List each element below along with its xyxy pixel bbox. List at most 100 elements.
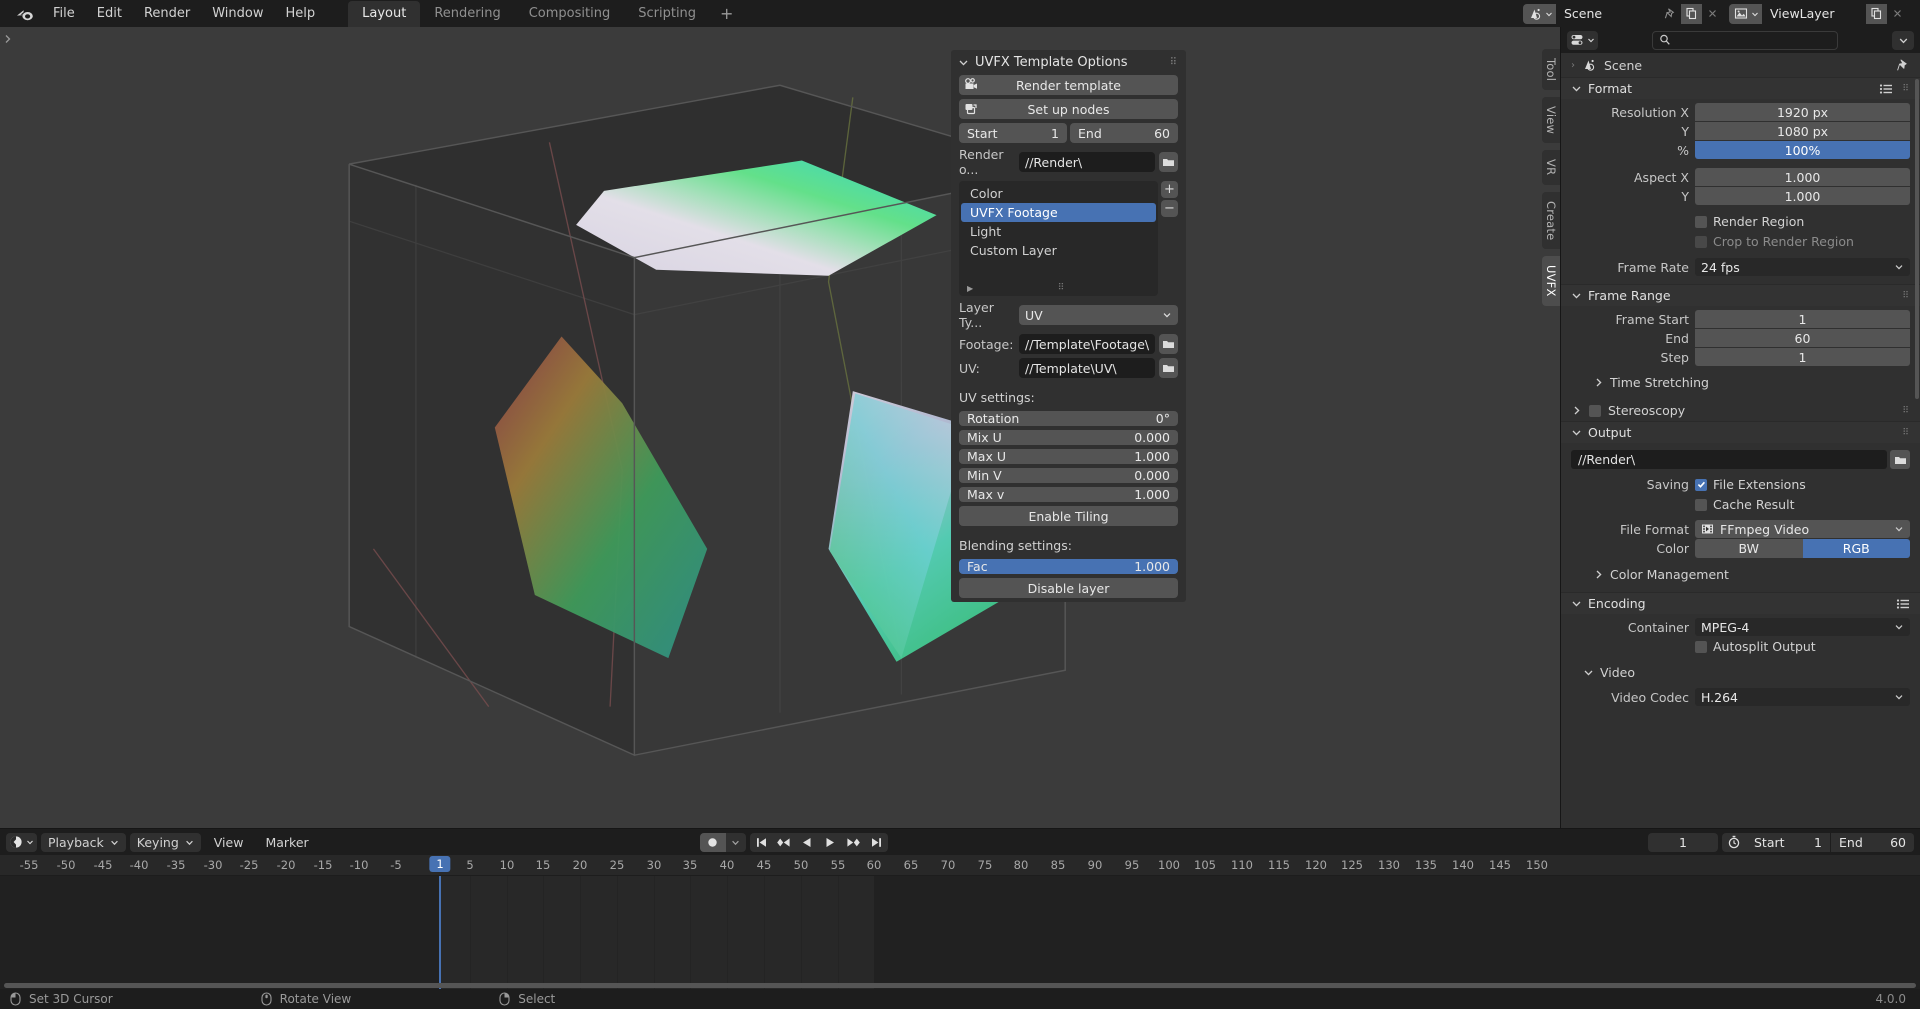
output-path-input[interactable]: //Render\: [1571, 450, 1887, 469]
panel-format-header[interactable]: Format ⠿: [1561, 77, 1920, 99]
stopwatch-icon[interactable]: [1722, 833, 1746, 852]
list-item[interactable]: UVFX Footage: [961, 203, 1156, 222]
new-datablock-icon[interactable]: [1866, 3, 1887, 24]
chevron-right-icon[interactable]: [1593, 377, 1604, 388]
frame-rate-dropdown[interactable]: 24 fps: [1695, 258, 1910, 276]
properties-scroll-area[interactable]: Format ⠿ Resolution X 1920 px Y 1080 px …: [1561, 77, 1920, 828]
triangle-right-icon[interactable]: ▶: [967, 284, 973, 293]
list-item[interactable]: Color: [961, 184, 1156, 203]
list-item[interactable]: Light: [961, 222, 1156, 241]
uv-setting-rotation[interactable]: Rotation 0°: [959, 411, 1178, 426]
preset-list-icon[interactable]: [1896, 598, 1910, 610]
sidebar-tab-create[interactable]: Create: [1542, 191, 1560, 249]
next-keyframe-icon[interactable]: [842, 833, 865, 852]
prev-keyframe-icon[interactable]: [773, 833, 796, 852]
menu-edit[interactable]: Edit: [86, 3, 133, 24]
menu-view[interactable]: View: [205, 835, 253, 850]
menu-playback[interactable]: Playback: [41, 832, 126, 852]
workspace-tab-scripting[interactable]: Scripting: [624, 1, 710, 27]
sidebar-tab-view[interactable]: View: [1542, 97, 1560, 144]
unlink-icon[interactable]: [1702, 3, 1723, 24]
blender-logo-icon[interactable]: [12, 3, 38, 25]
render-region-checkbox[interactable]: [1695, 215, 1707, 228]
pin-icon[interactable]: [1660, 3, 1681, 24]
menu-keying[interactable]: Keying: [129, 832, 201, 852]
chevron-down-icon[interactable]: [1571, 598, 1582, 609]
sidebar-tab-tool[interactable]: Tool: [1542, 49, 1560, 91]
uvfx-render-output-input[interactable]: //Render\: [1019, 152, 1155, 172]
editor-type-icon[interactable]: [1567, 30, 1598, 50]
crop-render-region-checkbox[interactable]: [1695, 235, 1707, 248]
folder-icon[interactable]: [1159, 358, 1178, 378]
fac-slider[interactable]: Fac 1.000: [959, 559, 1178, 574]
workspace-tab-compositing[interactable]: Compositing: [515, 1, 625, 27]
drag-grip-icon[interactable]: ⠿: [1170, 57, 1178, 68]
unlink-icon[interactable]: [1887, 3, 1908, 24]
workspace-tab-rendering[interactable]: Rendering: [420, 1, 514, 27]
workspace-tab-layout[interactable]: Layout: [348, 0, 421, 27]
jump-to-end-icon[interactable]: [865, 833, 888, 852]
viewlayer-datablock[interactable]: ViewLayer: [1729, 3, 1908, 24]
timeline-ruler[interactable]: -55 -50 -45 -40 -35 -30 -25 -20 -15 -10 -5 5 10 15 20 2…: [0, 855, 1920, 876]
uv-setting-mix-u[interactable]: Mix U 0.000: [959, 430, 1178, 445]
drag-grip-icon[interactable]: ⠿: [1902, 428, 1910, 438]
folder-icon[interactable]: [1159, 152, 1178, 172]
frame-end-cell[interactable]: End 60: [1830, 832, 1914, 852]
properties-scrollbar[interactable]: [1915, 79, 1919, 399]
playhead[interactable]: [439, 876, 441, 989]
menu-file[interactable]: File: [42, 3, 86, 24]
cache-result-checkbox[interactable]: [1695, 498, 1707, 511]
scene-name[interactable]: Scene: [1556, 3, 1660, 24]
properties-options-chevron-down-icon[interactable]: [1892, 30, 1914, 50]
file-format-dropdown[interactable]: FFmpeg Video: [1695, 520, 1910, 538]
aspect-y-field[interactable]: 1.000: [1695, 187, 1910, 205]
uvfx-layer-type-dropdown[interactable]: UV: [1019, 305, 1178, 325]
uvfx-panel-header[interactable]: UVFX Template Options ⠿: [951, 50, 1186, 75]
play-reverse-icon[interactable]: [796, 833, 819, 852]
chevron-down-icon[interactable]: [1571, 290, 1582, 301]
pin-icon[interactable]: [1896, 58, 1910, 72]
video-codec-dropdown[interactable]: H.264: [1695, 688, 1910, 706]
frame-start-field[interactable]: 1: [1695, 310, 1910, 328]
new-datablock-icon[interactable]: [1681, 3, 1702, 24]
drag-grip-icon[interactable]: ⠿: [1902, 84, 1910, 94]
menu-help[interactable]: Help: [275, 3, 327, 24]
frame-start-cell[interactable]: Start 1: [1746, 832, 1830, 852]
setup-nodes-button[interactable]: Set up nodes: [959, 99, 1178, 119]
render-template-button[interactable]: Render template: [959, 75, 1178, 95]
resolution-y-field[interactable]: 1080 px: [1695, 122, 1910, 140]
add-workspace-button[interactable]: +: [710, 2, 743, 25]
disable-layer-button[interactable]: Disable layer: [959, 578, 1178, 598]
uvfx-uv-input[interactable]: //Template\UV\: [1019, 358, 1155, 378]
subpanel-video[interactable]: Video: [1571, 662, 1910, 682]
panel-encoding-header[interactable]: Encoding: [1561, 592, 1920, 614]
play-icon[interactable]: [819, 833, 842, 852]
frame-end-field[interactable]: 60: [1695, 329, 1910, 347]
jump-to-start-icon[interactable]: [750, 833, 773, 852]
minus-icon[interactable]: −: [1161, 200, 1178, 217]
color-mode-bw[interactable]: BW: [1695, 539, 1803, 558]
chevron-down-icon[interactable]: [1583, 667, 1594, 678]
chevron-right-icon[interactable]: [1593, 569, 1604, 580]
color-mode-rgb[interactable]: RGB: [1802, 539, 1910, 558]
uv-setting-min-v[interactable]: Min V 0.000: [959, 468, 1178, 483]
panel-stereoscopy-header[interactable]: Stereoscopy ⠿: [1561, 400, 1920, 421]
scene-datablock[interactable]: Scene: [1523, 3, 1723, 24]
uv-setting-max-v[interactable]: Max v 1.000: [959, 487, 1178, 502]
record-icon[interactable]: [699, 832, 726, 852]
menu-render[interactable]: Render: [133, 3, 201, 24]
stereoscopy-checkbox[interactable]: [1589, 404, 1601, 417]
playhead-frame-badge[interactable]: 1: [429, 856, 451, 872]
timeline-editor-icon[interactable]: [6, 832, 37, 852]
current-frame-field[interactable]: 1: [1648, 832, 1718, 852]
list-item[interactable]: Custom Layer: [961, 241, 1156, 260]
menu-marker[interactable]: Marker: [256, 835, 317, 850]
sidebar-tab-uvfx[interactable]: UVFX: [1542, 255, 1560, 306]
drag-grip-icon[interactable]: ⠿: [1902, 291, 1910, 301]
panel-frame-range-header[interactable]: Frame Range ⠿: [1561, 284, 1920, 306]
chevron-down-icon[interactable]: [1571, 83, 1582, 94]
menu-window[interactable]: Window: [201, 3, 274, 24]
chevron-right-icon[interactable]: [1571, 405, 1582, 416]
3d-viewport[interactable]: Tool View VR Create UVFX UVFX Template O…: [0, 27, 1560, 828]
file-extensions-checkbox[interactable]: [1695, 478, 1707, 491]
